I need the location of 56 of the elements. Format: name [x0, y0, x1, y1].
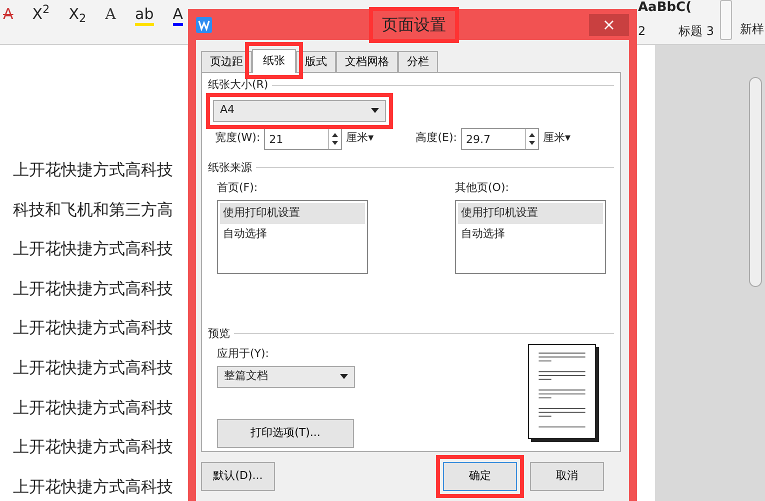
list-item[interactable]: 使用打印机设置	[220, 202, 365, 224]
list-item[interactable]: 自动选择	[220, 224, 365, 244]
app-icon	[196, 16, 212, 32]
document-text: 上开花快捷方式高科技	[13, 160, 173, 180]
print-options-button[interactable]: 打印选项(T)...	[217, 418, 354, 448]
list-item[interactable]: 使用打印机设置	[458, 202, 603, 224]
list-box[interactable]: 使用打印机设置 自动选择	[455, 200, 606, 274]
section-label: 纸张大小(R)	[208, 77, 268, 93]
unit-dropdown[interactable]: 厘米▾	[346, 130, 374, 147]
tab[interactable]: 分栏	[398, 51, 438, 72]
style-preview[interactable]: AaBbC(	[638, 0, 692, 16]
list-label: 其他页(O):	[455, 180, 510, 196]
height-label: 高度(E):	[416, 130, 457, 146]
width-field[interactable]: 21	[264, 128, 342, 150]
text-effect-tool[interactable]: A	[105, 6, 116, 26]
document-text: 上开花快捷方式高科技	[13, 239, 173, 260]
ok-button[interactable]: 确定	[443, 462, 517, 491]
default-button[interactable]: 默认(D)...	[201, 462, 275, 491]
document-text: 上开花快捷方式高科技	[13, 398, 173, 418]
spinner-icon[interactable]	[524, 128, 538, 148]
document-text: 上开花快捷方式高科技	[13, 278, 173, 299]
section-label: 纸张来源	[208, 160, 252, 176]
highlight-tool[interactable]: ab	[135, 6, 154, 26]
document-text: 上开花快捷方式高科技	[13, 437, 173, 458]
document-text: 上开花快捷方式高科技	[13, 358, 173, 378]
font-color-tool[interactable]: A	[172, 6, 183, 26]
height-field[interactable]: 29.7	[460, 128, 539, 150]
tab[interactable]: 页边距	[201, 51, 252, 72]
dialog-title: 页面设置	[381, 14, 447, 36]
close-button[interactable]: ×	[589, 14, 629, 36]
caret-icon	[340, 374, 348, 379]
style-label[interactable]: 2	[638, 22, 646, 40]
document-text: 上开花快捷方式高科技	[13, 476, 173, 497]
caret-icon	[371, 108, 379, 113]
list-label: 首页(F):	[217, 180, 259, 196]
style-gallery[interactable]: AaBbC( 2 标题 3	[636, 0, 720, 40]
new-style-label[interactable]: 新样	[740, 20, 764, 38]
unit-dropdown[interactable]: 厘米▾	[542, 130, 570, 147]
style-label[interactable]: 标题 3	[678, 22, 714, 40]
tab[interactable]: 版式	[296, 51, 336, 72]
list-box[interactable]: 使用打印机设置 自动选择	[217, 200, 368, 274]
width-label: 宽度(W):	[215, 130, 260, 146]
apply-to-label: 应用于(Y):	[217, 346, 270, 362]
list-item[interactable]: 自动选择	[458, 224, 603, 244]
tab[interactable]: 纸张	[252, 49, 296, 73]
paper-size-select[interactable]: A4	[213, 100, 386, 122]
script-tool[interactable]: X$_{2}$	[68, 6, 86, 26]
apply-to-select[interactable]: 整篇文档	[217, 366, 355, 388]
document-text: 科技和飞机和第三方高	[13, 200, 173, 220]
script-tool[interactable]: X$^{2}$	[32, 6, 50, 26]
tab[interactable]: 文档网格	[336, 51, 398, 72]
document-text: 上开花快捷方式高科技	[13, 318, 173, 338]
cancel-button[interactable]: 取消	[530, 462, 604, 491]
scrollbar[interactable]	[749, 77, 762, 287]
section-label: 预览	[208, 326, 230, 342]
strikethrough-tool[interactable]: A	[3, 6, 14, 26]
